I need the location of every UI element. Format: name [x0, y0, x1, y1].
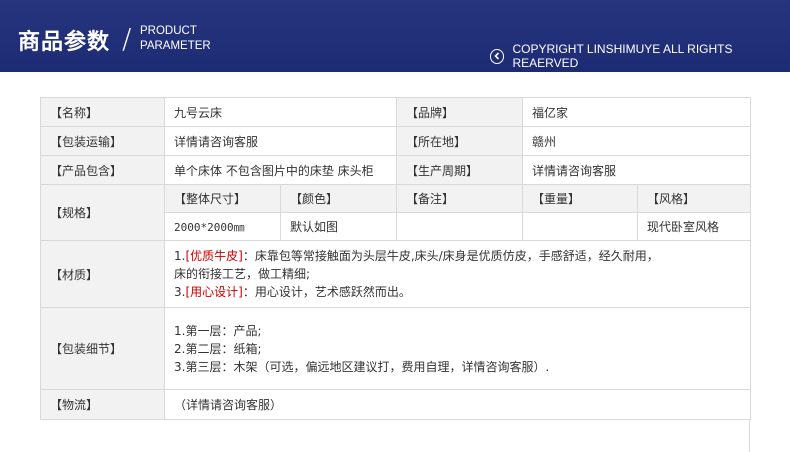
copyright-notice: COPYRIGHT LINSHIMUYE ALL RIGHTS REAERVED	[490, 42, 790, 70]
weight-value	[522, 212, 639, 241]
material-label: 【材质】	[40, 240, 165, 308]
note-label: 【备注】	[396, 184, 524, 213]
page-title: 商品参数	[18, 30, 111, 55]
includes-value: 单个床体 不包含图片中的床垫 床头柜	[163, 155, 398, 185]
shipping-label: 【包装运输】	[40, 126, 165, 156]
shipping-value: 详情请咨询客服	[163, 126, 398, 156]
location-value: 赣州	[522, 126, 752, 156]
brand-value: 福亿家	[522, 97, 752, 127]
period-label: 【生产周期】	[396, 155, 524, 185]
title-slash: /	[122, 22, 132, 55]
table-row: 【产品包含】 单个床体 不包含图片中的床垫 床头柜 【生产周期】 详情请咨询客服	[40, 155, 752, 185]
material-line-1-number: 1.	[174, 249, 186, 263]
packaging-line-3: 3.第三层：木架（可选，偏远地区建议打，费用自理，详情咨询客服）.	[174, 359, 550, 374]
header-banner: 商品参数 / PRODUCT PARAMETER COPYRIGHT LINSH…	[0, 0, 790, 72]
weight-label: 【重量】	[522, 184, 639, 213]
table-row: 【材质】 1.[优质牛皮]：床靠包等常接触面为头层牛皮,床头/床身是优质仿皮，手…	[40, 240, 752, 308]
chevron-left-circle-icon	[490, 48, 505, 64]
name-value: 九号云床	[163, 97, 398, 127]
style-value: 现代卧室风格	[637, 212, 752, 241]
logistics-label: 【物流】	[40, 389, 165, 420]
copyright-text: COPYRIGHT LINSHIMUYE ALL RIGHTS REAERVED	[512, 42, 733, 70]
title-english-line-2: PARAMETER	[140, 40, 211, 52]
material-tag-leather: [优质牛皮]	[185, 249, 243, 263]
material-value: 1.[优质牛皮]：床靠包等常接触面为头层牛皮,床头/床身是优质仿皮，手感舒适，经…	[163, 240, 752, 308]
table-row: 【名称】 九号云床 【品牌】 福亿家	[40, 97, 752, 127]
material-line-2: 床的衔接工艺，做工精细;	[174, 267, 311, 281]
logistics-value: （详情请咨询客服）	[163, 389, 752, 420]
material-tag-design: [用心设计]	[185, 285, 243, 299]
table-row: 【包装细节】 1.第一层：产品; 2.第二层：纸箱; 3.第三层：木架（可选，偏…	[40, 307, 752, 390]
color-value: 默认如图	[279, 212, 398, 241]
title-english: PRODUCT PARAMETER	[140, 24, 211, 54]
packaging-label: 【包装细节】	[40, 307, 165, 390]
table-row: 【包装运输】 详情请咨询客服 【所在地】 赣州	[40, 126, 752, 156]
product-parameter-table: 【名称】 九号云床 【品牌】 福亿家 【包装运输】 详情请咨询客服 【所在地】 …	[40, 97, 752, 420]
size-label: 【整体尺寸】	[164, 184, 281, 213]
packaging-value: 1.第一层：产品; 2.第二层：纸箱; 3.第三层：木架（可选，偏远地区建议打，…	[163, 307, 752, 390]
style-label: 【风格】	[637, 184, 752, 213]
material-line-1: 1.[优质牛皮]：床靠包等常接触面为头层牛皮,床头/床身是优质仿皮，手感舒适，经…	[174, 247, 741, 265]
material-line-1-text: ：床靠包等常接触面为头层牛皮,床头/床身是优质仿皮，手感舒适，经久耐用，	[242, 249, 659, 263]
divider-line	[749, 420, 750, 452]
size-value: 2000*2000㎜	[164, 212, 281, 241]
table-row: 【物流】 （详情请咨询客服）	[40, 389, 752, 420]
spec-label: 【规格】	[40, 184, 165, 241]
material-line-3-number: 3.	[174, 285, 186, 299]
material-line-3: 3.[用心设计]：用心设计，艺术感跃然而出。	[174, 283, 741, 301]
includes-label: 【产品包含】	[40, 155, 165, 185]
color-label: 【颜色】	[279, 184, 398, 213]
packaging-line-1: 1.第一层：产品;	[174, 323, 262, 338]
note-value	[396, 212, 524, 241]
name-label: 【名称】	[40, 97, 165, 127]
location-label: 【所在地】	[396, 126, 524, 156]
title-english-line-1: PRODUCT	[140, 25, 197, 37]
packaging-line-2: 2.第二层：纸箱;	[174, 341, 262, 356]
brand-label: 【品牌】	[396, 97, 524, 127]
material-line-3-text: ：用心设计，艺术感跃然而出。	[242, 285, 411, 299]
table-row: 【规格】 【整体尺寸】 【颜色】 【备注】 【重量】 【风格】	[40, 184, 752, 241]
period-value: 详情请咨询客服	[522, 155, 752, 185]
